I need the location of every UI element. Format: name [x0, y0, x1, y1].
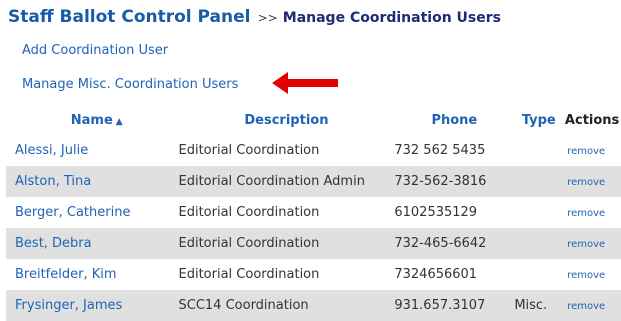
user-description: Editorial Coordination — [178, 267, 320, 282]
user-name-link[interactable]: Frysinger, James — [15, 298, 122, 313]
control-panel-title-link[interactable]: Staff Ballot Control Panel — [8, 7, 250, 27]
column-header-actions: Actions — [564, 113, 620, 128]
user-phone: 6102535129 — [394, 205, 478, 220]
sort-ascending-icon: ▲ — [115, 117, 123, 127]
remove-user-link[interactable]: remove — [567, 146, 605, 157]
breadcrumb-separator: >> — [257, 11, 278, 25]
user-name-link[interactable]: Berger, Catherine — [15, 205, 130, 220]
user-type — [514, 166, 564, 197]
user-type — [514, 259, 563, 290]
user-phone: 732-562-3816 — [394, 166, 515, 197]
remove-user-link[interactable]: remove — [567, 177, 605, 188]
table-header-row: Name ▲ Description Phone Type Actions — [6, 106, 621, 135]
red-arrow-annotation-icon — [272, 72, 338, 94]
column-header-description[interactable]: Description — [179, 106, 395, 135]
column-header-name[interactable]: Name ▲ — [6, 106, 179, 135]
user-phone: 7324656601 — [394, 267, 478, 282]
user-type: Misc. — [514, 290, 564, 321]
user-description: Editorial Coordination — [178, 205, 320, 220]
add-coordination-user-link[interactable]: Add Coordination User — [22, 43, 168, 58]
user-description: SCC14 Coordination — [178, 290, 395, 321]
table-row: Breitfelder, Kim Editorial Coordination … — [6, 259, 621, 290]
column-header-name-label: Name — [70, 113, 113, 128]
user-name-link[interactable]: Alston, Tina — [15, 174, 91, 189]
remove-user-link[interactable]: remove — [567, 208, 605, 219]
page-title: Manage Coordination Users — [282, 10, 501, 26]
remove-user-link[interactable]: remove — [567, 270, 605, 281]
user-description: Editorial Coordination Admin — [178, 166, 395, 197]
table-row: Alston, Tina Editorial Coordination Admi… — [6, 166, 621, 197]
manage-misc-coordination-users-link[interactable]: Manage Misc. Coordination Users — [22, 77, 238, 92]
user-phone: 732-465-6642 — [394, 228, 515, 259]
column-header-type[interactable]: Type — [514, 106, 563, 135]
user-name-link[interactable]: Breitfelder, Kim — [15, 267, 117, 282]
column-header-phone[interactable]: Phone — [394, 106, 514, 135]
user-phone: 732 562 5435 — [394, 143, 486, 158]
user-name-link[interactable]: Best, Debra — [15, 236, 92, 251]
user-type — [514, 135, 563, 166]
user-name-link[interactable]: Alessi, Julie — [15, 143, 88, 158]
remove-user-link[interactable]: remove — [567, 239, 605, 250]
arrow-shape — [272, 72, 338, 94]
table-row: Berger, Catherine Editorial Coordination… — [6, 197, 621, 228]
user-description: Editorial Coordination — [178, 228, 395, 259]
coordination-users-table: Name ▲ Description Phone Type Actions Ale… — [6, 106, 621, 321]
table-row: Alessi, Julie Editorial Coordination 732… — [6, 135, 621, 166]
table-row: Frysinger, James SCC14 Coordination 931.… — [6, 290, 621, 321]
remove-user-link[interactable]: remove — [567, 301, 605, 312]
user-description: Editorial Coordination — [178, 143, 320, 158]
user-type — [514, 228, 564, 259]
user-type — [514, 197, 563, 228]
page-header: Staff Ballot Control Panel >> Manage Coo… — [8, 7, 501, 27]
user-phone: 931.657.3107 — [394, 290, 515, 321]
table-row: Best, Debra Editorial Coordination 732-4… — [6, 228, 621, 259]
